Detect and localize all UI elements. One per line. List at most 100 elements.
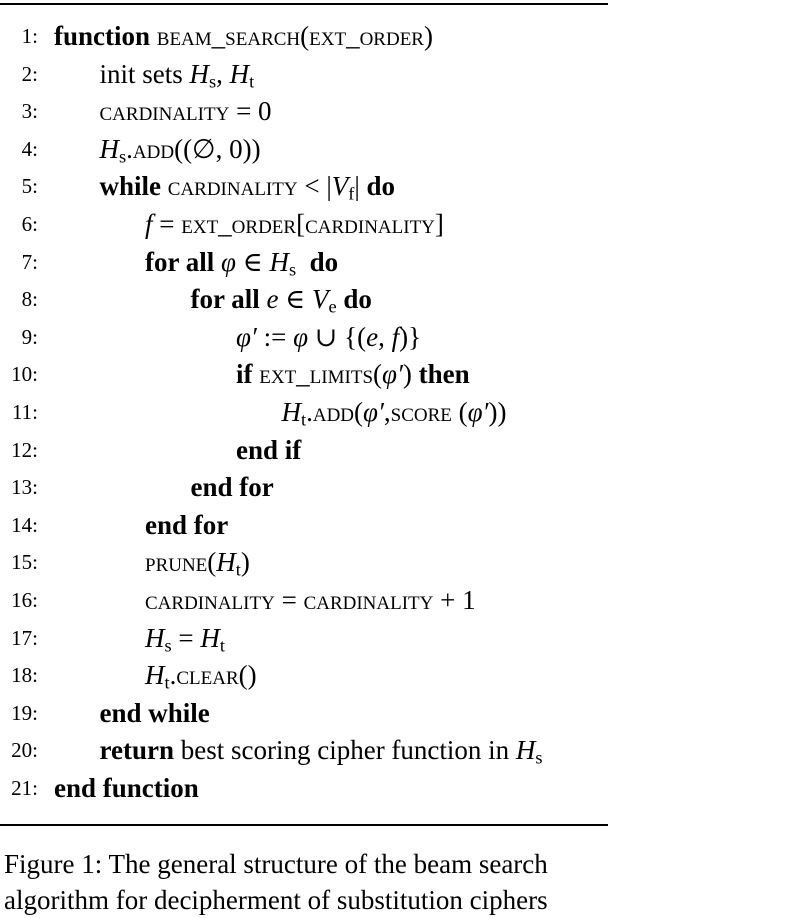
- line-number: 5:: [21, 174, 38, 199]
- math-symbol: H: [229, 58, 250, 89]
- line-number: 8:: [21, 287, 38, 312]
- code-text: (: [354, 397, 364, 427]
- line-code: Ht.clear(): [145, 657, 257, 694]
- line-code: for all e ∈ Ve do: [191, 281, 372, 318]
- keyword: end while: [99, 697, 210, 728]
- keyword: end if: [236, 434, 302, 465]
- keyword: return: [99, 735, 175, 766]
- math-symbol: H: [269, 246, 289, 277]
- line-code: end function: [54, 770, 199, 807]
- line-number: 19:: [11, 700, 38, 725]
- keyword: do: [309, 246, 339, 277]
- line-code: cardinality = cardinality + 1: [145, 582, 476, 619]
- line-number: 15:: [11, 550, 38, 575]
- line-number: 9:: [21, 324, 38, 349]
- line-number: 1:: [21, 24, 38, 48]
- line-code: if ext_limits(φ′) then: [236, 356, 470, 393]
- math-symbol: φ′: [236, 321, 257, 352]
- keyword: do: [343, 284, 372, 315]
- identifier: score: [390, 397, 452, 427]
- code-text: ,: [383, 397, 391, 427]
- identifier: clear: [176, 660, 239, 691]
- math-symbol: V: [311, 284, 329, 315]
- code-text: )): [488, 397, 507, 427]
- math-symbol: φ′: [467, 397, 489, 427]
- subscript: e: [328, 296, 337, 317]
- line-code: Hs.add((∅, 0)): [100, 131, 261, 168]
- math-symbol: φ′: [363, 397, 384, 427]
- top-rule: [0, 3, 608, 5]
- code-text: ]: [434, 209, 444, 239]
- math-symbol: H: [200, 622, 220, 653]
- math-symbol: e: [366, 321, 379, 352]
- identifier: cardinality: [167, 171, 298, 202]
- line-number: 6:: [21, 212, 38, 236]
- math-symbol: φ′: [382, 359, 403, 390]
- keyword: while: [99, 171, 162, 202]
- subscript: s: [535, 747, 543, 768]
- code-text: =: [274, 585, 304, 615]
- math-symbol: f: [391, 321, 400, 352]
- code-text: = 0: [229, 96, 272, 127]
- code-text: [: [296, 209, 306, 239]
- keyword: end for: [145, 509, 229, 540]
- math-symbol: H: [145, 660, 165, 691]
- line-number: 4:: [21, 136, 38, 161]
- identifier: cardinality: [305, 209, 435, 239]
- code-text: (: [451, 397, 468, 427]
- code-text: + 1: [433, 585, 476, 615]
- identifier: cardinality: [145, 585, 275, 615]
- keyword: for all: [190, 284, 260, 315]
- identifier: ext_limits: [259, 359, 374, 390]
- math-symbol: H: [281, 397, 302, 427]
- code-text: (: [300, 21, 310, 51]
- line-number: 11:: [11, 400, 38, 424]
- keyword: if: [236, 359, 253, 390]
- line-code: Hs = Ht: [145, 620, 225, 657]
- identifier: cardinality: [99, 96, 230, 127]
- keyword: end function: [54, 773, 199, 803]
- line-code: while cardinality < |Vf| do: [100, 168, 396, 205]
- math-symbol: H: [189, 58, 210, 89]
- subscript: s: [164, 635, 172, 656]
- line-code: return best scoring cipher function in H…: [100, 732, 543, 769]
- code-text: ,: [378, 321, 392, 352]
- code-text: ): [240, 547, 250, 578]
- line-number: 17:: [11, 625, 38, 650]
- math-symbol: φ: [293, 321, 309, 352]
- line-code: f = ext_order[cardinality]: [145, 206, 444, 243]
- line-number: 3:: [21, 99, 38, 124]
- line-code: Ht.add(φ′,score (φ′)): [282, 394, 507, 431]
- line-code: function beam_search(ext_order): [54, 18, 433, 55]
- math-symbol: H: [145, 622, 165, 653]
- identifier: cardinality: [303, 585, 434, 615]
- math-symbol: H: [99, 133, 120, 164]
- keyword: then: [418, 359, 470, 390]
- code-text: ∈: [278, 284, 312, 315]
- line-code: end for: [145, 507, 228, 544]
- line-number: 21:: [11, 776, 38, 800]
- math-symbol: e: [266, 284, 279, 315]
- identifier: add: [312, 397, 355, 427]
- keyword: function: [54, 21, 151, 51]
- code-text: =: [171, 622, 201, 653]
- keyword: do: [366, 171, 396, 202]
- line-code: φ′ := φ ∪ {(e, f)}: [236, 319, 421, 356]
- code-text: (): [238, 660, 257, 691]
- line-code: end while: [100, 695, 210, 732]
- line-number: 18:: [11, 663, 38, 688]
- code-text: |: [354, 171, 367, 202]
- line-number: 16:: [11, 588, 38, 612]
- math-symbol: f: [145, 209, 153, 239]
- line-code: cardinality = 0: [100, 93, 272, 130]
- code-text: .: [126, 133, 133, 164]
- line-number: 7:: [21, 249, 38, 274]
- line-code: end for: [191, 469, 274, 506]
- keyword: for all: [145, 246, 215, 277]
- code-text: init sets: [99, 58, 190, 89]
- line-code: init sets Hs, Ht: [100, 56, 255, 93]
- code-text: ((∅, 0)): [174, 133, 261, 164]
